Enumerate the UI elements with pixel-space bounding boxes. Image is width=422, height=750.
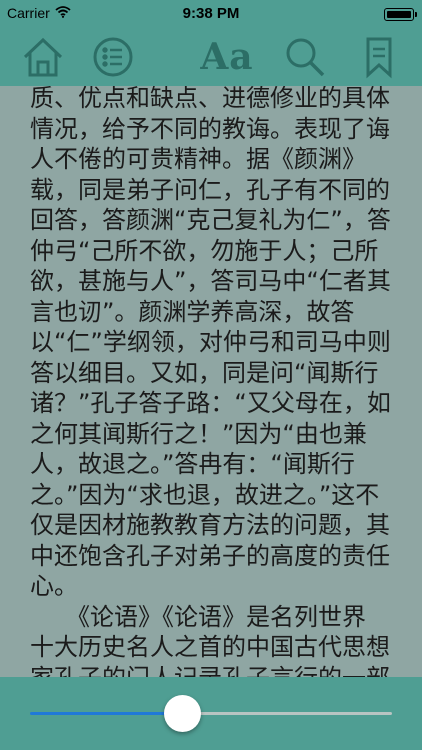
text-line: 以“仁”学纲领，对仲弓和司马中则: [30, 328, 391, 356]
text-line: 十大历史名人之首的中国古代思想: [30, 633, 390, 661]
text-line: 仲弓“己所不欲，勿施于人；己所: [30, 236, 379, 265]
bookmark-button[interactable]: [354, 34, 404, 80]
text-line: 人，故退之。”答冉有：“闻斯行: [30, 450, 355, 478]
search-icon: [286, 38, 325, 77]
slider-thumb[interactable]: [164, 695, 202, 732]
text-line: 质、优点和缺点、进德修业的具体: [30, 86, 390, 112]
bookmark-icon: [366, 37, 392, 79]
bottom-bar: [0, 677, 422, 750]
text-line: 中还饱含孔子对弟子的高度的责任: [30, 541, 390, 570]
list-icon: [93, 37, 133, 77]
toolbar: Aa: [0, 28, 422, 86]
text-line: 人不倦的可贵精神。据《颜渊》: [30, 145, 366, 173]
status-time: 9:38 PM: [182, 5, 240, 22]
text-line: 答以细目。又如，同是问“闻斯行: [30, 358, 379, 387]
text-line: 言也讱”。颜渊学养高深，故答: [30, 297, 355, 326]
text-line: 《论语》《论语》是名列世界: [30, 602, 366, 631]
font-icon: Aa: [200, 36, 254, 78]
text-line: 欲，甚施与人”，答司马中“仁者其: [30, 267, 391, 295]
slider-track[interactable]: [182, 712, 392, 715]
text-line: 回答，答颜渊“克己复礼为仁”，答: [30, 206, 391, 234]
text-line: 诸？”孔子答子路：“又父母在，如: [30, 389, 391, 417]
home-button[interactable]: [18, 34, 68, 80]
text-line: 仅是因材施教教育方法的问题，其: [30, 511, 390, 539]
text-line: 载，同是弟子问仁，孔子有不同的: [30, 175, 390, 204]
text-line: 之何其闻斯行之！”因为“由也兼: [30, 419, 367, 448]
battery-icon: [384, 7, 417, 21]
text-line: 情况，给予不同的教诲。表现了诲: [30, 114, 390, 143]
text-line: 家孔子的门人记录孔子言行的一部: [30, 663, 390, 678]
reader-text-area[interactable]: 质、优点和缺点、进德修业的具体 情况，给予不同的教诲。表现了诲 人不倦的可贵精神。据…: [0, 86, 422, 677]
slider-track-filled: [30, 712, 183, 715]
font-button[interactable]: Aa: [196, 34, 258, 80]
text-line: 之。”因为“求也退，故进之。”这不: [30, 480, 380, 509]
status-bar: Carrier 9:38 PM: [0, 0, 422, 28]
home-icon: [23, 37, 63, 77]
search-button[interactable]: [280, 34, 330, 80]
toc-button[interactable]: [88, 34, 138, 80]
status-right: [384, 5, 417, 21]
text-line: 心。: [30, 572, 78, 600]
